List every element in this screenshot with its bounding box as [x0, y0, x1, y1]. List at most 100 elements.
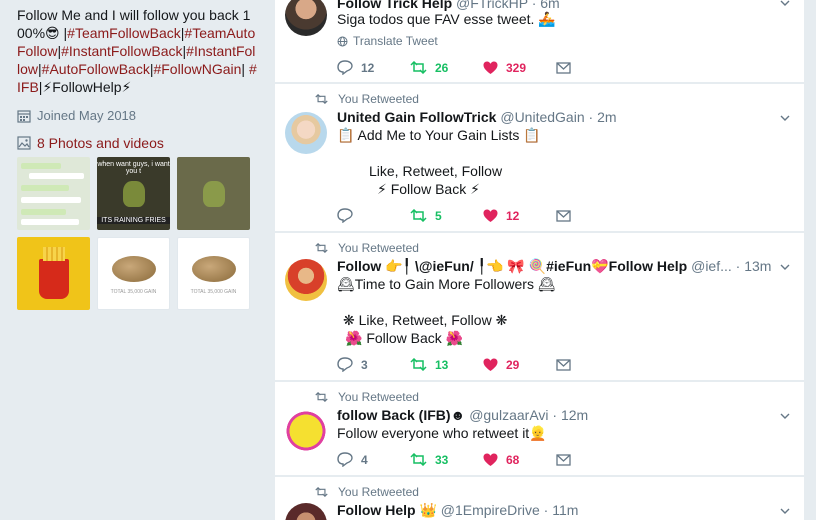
tweet-text: ❋ Like, Retweet, Follow ❋ — [343, 312, 508, 328]
hashtag-link[interactable]: #AutoFollowBack — [42, 61, 150, 77]
image-icon — [17, 136, 31, 150]
profile-sidebar: Follow Me and I will follow you back 100… — [0, 0, 275, 520]
thumb-caption: when want guys, i want you t — [97, 161, 170, 175]
tweet[interactable]: Follow Trick Help @FTrickHP · 6m Siga to… — [275, 0, 804, 83]
photo-thumb[interactable]: when want guys, i want you t ITS RAINING… — [97, 157, 170, 230]
retweeted-indicator: You Retweeted — [315, 241, 419, 255]
retweet-icon — [410, 61, 427, 74]
tweet[interactable]: You Retweeted Follow 👉╿ \@ieFun/ ╿👈 🎀 🍭#… — [275, 233, 804, 381]
like-button[interactable]: 329 — [483, 61, 556, 75]
reply-icon — [337, 60, 353, 75]
chevron-down-icon[interactable] — [780, 0, 790, 8]
tweet-text: 🕰Time to Gain More Followers 🕰 — [337, 276, 556, 292]
direct-message-button[interactable] — [556, 61, 576, 74]
tweet[interactable]: You Retweeted follow Back (IFB)☻ @gulzaa… — [275, 382, 804, 476]
heart-icon — [483, 209, 498, 222]
photo-thumb[interactable] — [17, 157, 90, 230]
envelope-icon — [556, 358, 571, 371]
direct-message-button[interactable] — [556, 453, 576, 466]
tweet-text: ⚡ Follow Back ⚡ — [377, 181, 480, 197]
bio-text: | — [241, 61, 249, 77]
retweet-count: 26 — [435, 60, 449, 75]
chevron-down-icon[interactable] — [780, 262, 790, 272]
reply-icon — [337, 208, 353, 223]
retweet-button[interactable]: 5 — [410, 209, 483, 223]
photo-thumb[interactable] — [177, 157, 250, 230]
like-button[interactable]: 68 — [483, 453, 556, 467]
envelope-icon — [556, 61, 571, 74]
avatar[interactable] — [285, 503, 327, 520]
avatar[interactable] — [285, 410, 327, 452]
hashtag-link[interactable]: #FollowNGain — [153, 61, 241, 77]
photos-videos-link[interactable]: 8 Photos and videos — [17, 135, 259, 151]
tweet-time[interactable]: 12m — [561, 407, 588, 423]
joined-label: Joined May 2018 — [37, 108, 137, 123]
translate-label[interactable]: Translate Tweet — [353, 34, 438, 48]
reply-icon — [337, 452, 353, 467]
photo-thumb[interactable] — [17, 237, 90, 310]
avatar[interactable] — [285, 259, 327, 301]
direct-message-button[interactable] — [556, 209, 576, 222]
like-count: 12 — [506, 208, 520, 223]
bio-text: |⚡FollowHelp⚡ — [38, 79, 132, 95]
heart-icon — [483, 61, 498, 74]
tweet-text: Like, Retweet, Follow — [369, 163, 503, 179]
tweet-time[interactable]: 11m — [552, 502, 578, 518]
author-handle[interactable]: @UnitedGain — [500, 109, 584, 125]
hashtag-link[interactable]: #TeamFollowBack — [67, 25, 181, 41]
retweet-count: 5 — [435, 208, 442, 223]
joined-date: Joined May 2018 — [17, 108, 259, 123]
retweet-icon — [410, 358, 427, 371]
author-name[interactable]: Follow 👉╿ \@ieFun/ ╿👈 🎀 🍭#ieFun💝Follow H… — [337, 258, 687, 274]
reply-count: 4 — [361, 452, 368, 467]
chevron-down-icon[interactable] — [780, 411, 790, 421]
chevron-down-icon[interactable] — [780, 113, 790, 123]
like-count: 29 — [506, 357, 520, 372]
photo-grid: when want guys, i want you t ITS RAINING… — [17, 157, 259, 310]
tweet-text: 📋 Add Me to Your Gain Lists 📋 — [337, 127, 541, 143]
retweet-count: 33 — [435, 452, 449, 467]
chevron-down-icon[interactable] — [780, 506, 790, 516]
avatar[interactable] — [285, 112, 327, 154]
author-handle[interactable]: @ief... — [691, 258, 732, 274]
tweet[interactable]: You Retweeted Follow Help 👑 @1EmpireDriv… — [275, 477, 804, 520]
author-name[interactable]: follow Back (IFB)☻ — [337, 407, 465, 423]
reply-button[interactable]: 12 — [337, 60, 410, 75]
photos-videos-label[interactable]: 8 Photos and videos — [37, 135, 164, 151]
reply-button[interactable]: 3 — [337, 357, 410, 372]
tweet-time[interactable]: 2m — [597, 109, 616, 125]
retweet-icon — [315, 392, 328, 402]
retweeted-label: You Retweeted — [338, 92, 419, 106]
globe-icon — [337, 36, 348, 46]
tweet[interactable]: You Retweeted United Gain FollowTrick @U… — [275, 84, 804, 232]
retweet-count: 13 — [435, 357, 449, 372]
heart-icon — [483, 453, 498, 466]
retweeted-label: You Retweeted — [338, 390, 419, 404]
retweet-icon — [315, 487, 328, 497]
author-handle[interactable]: @1EmpireDrive — [441, 502, 540, 518]
reply-button[interactable]: 4 — [337, 452, 410, 467]
like-count: 68 — [506, 452, 520, 467]
reply-count: 12 — [361, 60, 375, 75]
photo-thumb[interactable]: TOTAL 35,000 GAIN — [97, 237, 170, 310]
retweet-button[interactable]: 33 — [410, 453, 483, 467]
photo-thumb[interactable]: TOTAL 35,000 GAIN — [177, 237, 250, 310]
tweet-text: 🌺 Follow Back 🌺 — [345, 330, 464, 346]
author-handle[interactable]: @gulzaarAvi — [469, 407, 548, 423]
direct-message-button[interactable] — [556, 358, 576, 371]
retweeted-indicator: You Retweeted — [315, 390, 419, 404]
tweet-time[interactable]: 13m — [744, 258, 771, 274]
like-button[interactable]: 29 — [483, 358, 556, 372]
retweet-icon — [315, 243, 328, 253]
author-name[interactable]: United Gain FollowTrick — [337, 109, 496, 125]
like-button[interactable]: 12 — [483, 209, 556, 223]
tweet-text: Follow everyone who retweet it👱 — [337, 425, 547, 441]
avatar[interactable] — [285, 0, 327, 36]
hashtag-link[interactable]: #InstantFollowBack — [61, 43, 182, 59]
author-name[interactable]: Follow Help 👑 — [337, 502, 437, 518]
translate-tweet-link[interactable]: Translate Tweet — [337, 34, 438, 48]
thumb-caption: TOTAL 35,000 GAIN — [110, 289, 157, 295]
retweet-button[interactable]: 26 — [410, 61, 483, 75]
retweet-button[interactable]: 13 — [410, 358, 483, 372]
reply-button[interactable] — [337, 208, 410, 223]
